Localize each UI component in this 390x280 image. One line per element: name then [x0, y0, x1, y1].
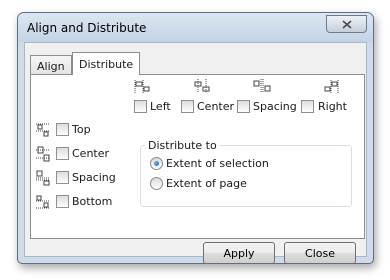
- title-bar[interactable]: Align and Distribute: [18, 13, 373, 42]
- tab-distribute[interactable]: Distribute: [72, 52, 141, 75]
- radio-selected-dot: [154, 161, 159, 166]
- checkbox-center-v-label: Center: [72, 147, 110, 160]
- distribute-left-icon: [134, 80, 150, 93]
- checkbox-right-label: Right: [318, 100, 347, 113]
- align-distribute-dialog: Align and Distribute Align Distribute Le…: [17, 12, 374, 264]
- radio-extent-of-page[interactable]: [150, 177, 163, 190]
- checkbox-center-h[interactable]: [181, 100, 194, 113]
- checkbox-spacing-h[interactable]: [237, 100, 250, 113]
- distribute-top-icon: [36, 123, 50, 137]
- checkbox-spacing-v-label: Spacing: [72, 171, 116, 184]
- checkbox-bottom[interactable]: [56, 195, 69, 208]
- apply-button[interactable]: Apply: [203, 242, 275, 263]
- radio-extent-of-selection-label: Extent of selection: [166, 157, 269, 170]
- window-title: Align and Distribute: [27, 21, 147, 35]
- distribute-right-icon: [324, 80, 339, 93]
- checkbox-top-label: Top: [72, 123, 91, 136]
- checkbox-spacing-v[interactable]: [56, 171, 69, 184]
- checkbox-center-v[interactable]: [56, 147, 69, 160]
- checkbox-spacing-h-label: Spacing: [253, 100, 297, 113]
- checkbox-right[interactable]: [301, 100, 314, 113]
- checkbox-bottom-label: Bottom: [72, 195, 113, 208]
- distribute-center-v-icon: [36, 146, 50, 162]
- tab-align-label: Align: [37, 60, 65, 73]
- dialog-client-area: Align Distribute Left Center Spacing Rig…: [24, 42, 367, 263]
- distribute-to-legend: Distribute to: [145, 139, 220, 152]
- close-button[interactable]: Close: [284, 242, 356, 263]
- distribute-spacing-h-icon: [253, 79, 271, 93]
- distribute-to-group: [140, 145, 352, 207]
- tab-align[interactable]: Align: [30, 55, 72, 74]
- checkbox-center-h-label: Center: [197, 100, 235, 113]
- distribute-spacing-v-icon: [36, 170, 50, 186]
- close-icon: [341, 19, 352, 29]
- tab-distribute-label: Distribute: [79, 58, 134, 71]
- checkbox-left-label: Left: [150, 100, 171, 113]
- checkbox-left[interactable]: [134, 100, 147, 113]
- distribute-tab-panel: Left Center Spacing Right Top Center Spa…: [30, 74, 365, 239]
- distribute-bottom-icon: [36, 195, 50, 209]
- radio-extent-of-selection[interactable]: [150, 157, 163, 170]
- distribute-center-h-icon: [194, 79, 210, 93]
- checkbox-top[interactable]: [56, 123, 69, 136]
- window-close-button[interactable]: [326, 15, 367, 33]
- radio-extent-of-page-label: Extent of page: [166, 177, 247, 190]
